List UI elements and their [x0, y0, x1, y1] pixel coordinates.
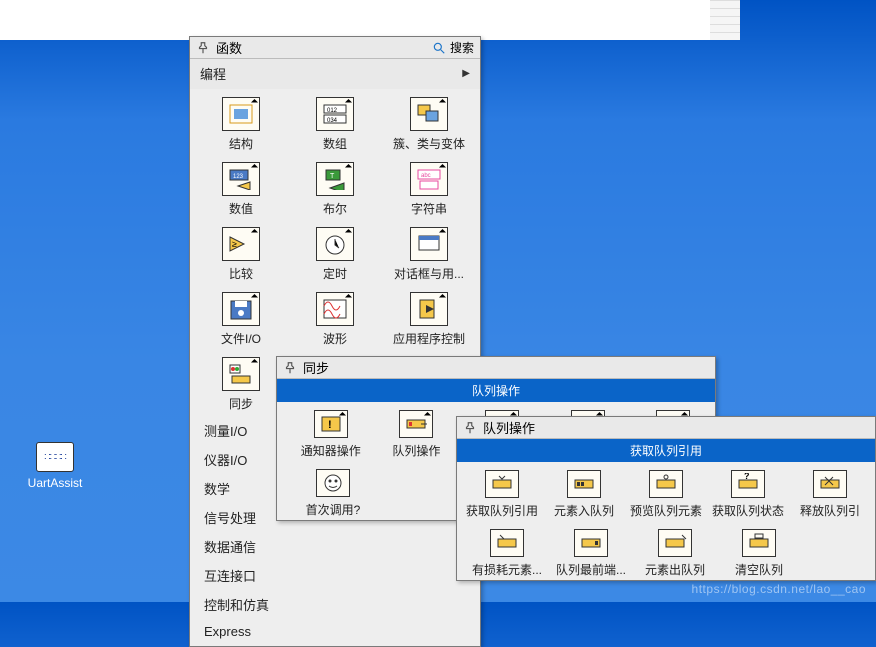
queue-title: 队列操作 [483, 418, 535, 437]
func-row-1: 123 数值 T 布尔 abc 字符串 [190, 154, 480, 219]
queue-release[interactable]: 释放队列引 [790, 470, 870, 519]
svg-text:?: ? [744, 473, 750, 481]
queue-lossy[interactable]: 有损耗元素... [467, 529, 547, 578]
queue-enqueue[interactable]: 元素入队列 [544, 470, 624, 519]
palette-title: 函数 [216, 38, 242, 57]
svg-text:123: 123 [233, 174, 244, 180]
queue-banner: 获取队列引用 [457, 439, 875, 462]
queue-obtain[interactable]: 获取队列引用 [462, 470, 542, 519]
svg-text:012: 012 [327, 108, 338, 114]
func-row-3: 文件I/O 波形 应用程序控制 [190, 284, 480, 349]
desktop-icon-label: UartAssist [25, 476, 85, 490]
svg-text:T: T [330, 173, 335, 180]
search-label: 搜索 [450, 39, 474, 56]
sync-notifier[interactable]: ! 通知器操作 [293, 410, 369, 459]
svg-text:abc: abc [421, 173, 431, 179]
sync-banner: 队列操作 [277, 379, 715, 402]
func-row-0: 结构 012034 数组 簇、类与变体 [190, 89, 480, 154]
queue-status[interactable]: ? 获取队列状态 [708, 470, 788, 519]
serial-port-icon: ∷∷∷∷ [36, 442, 74, 472]
func-appcontrol[interactable]: 应用程序控制 [389, 292, 469, 347]
chevron-right-icon: ▶ [462, 68, 470, 79]
func-row-2: ≥ 比较 定时 对话框与用... [190, 219, 480, 284]
functions-palette: 函数 搜索 编程 ▶ 结构 012034 数组 簇、类与变体 123 数值 [189, 36, 481, 647]
func-cluster[interactable]: 簇、类与变体 [389, 97, 469, 152]
func-dialog[interactable]: 对话框与用... [389, 227, 469, 282]
func-structures[interactable]: 结构 [201, 97, 281, 152]
func-comparison[interactable]: ≥ 比较 [201, 227, 281, 282]
queue-titlebar[interactable]: 队列操作 [457, 417, 875, 439]
block-diagram-canvas [0, 0, 725, 40]
pin-icon[interactable] [283, 361, 297, 375]
cat-control-sim[interactable]: 控制和仿真 [190, 590, 480, 619]
queue-front[interactable]: 队列最前端... [551, 529, 631, 578]
sync-firstcall[interactable]: 首次调用? [293, 469, 373, 518]
queue-palette: 队列操作 获取队列引用 获取队列引用 元素入队列 预览队列元素 ? 获取队列状态… [456, 416, 876, 581]
func-string[interactable]: abc 字符串 [389, 162, 469, 217]
pin-icon[interactable] [463, 421, 477, 435]
watermark-text: https://blog.csdn.net/lao__cao [692, 582, 866, 596]
sync-queue[interactable]: 队列操作 [379, 410, 455, 459]
search-icon [432, 41, 446, 55]
cat-connectivity[interactable]: 互连接口 [190, 561, 480, 590]
queue-dequeue[interactable]: 元素出队列 [635, 529, 715, 578]
sync-title: 同步 [303, 358, 329, 377]
func-boolean[interactable]: T 布尔 [295, 162, 375, 217]
cat-datacomm[interactable]: 数据通信 [190, 532, 480, 561]
cat-express[interactable]: Express [190, 619, 480, 644]
queue-flush[interactable]: 清空队列 [719, 529, 799, 578]
category-label: 编程 [200, 64, 226, 83]
queue-row-2: 有损耗元素... 队列最前端... 元素出队列 清空队列 [457, 521, 875, 580]
svg-text:034: 034 [327, 118, 338, 124]
func-sync[interactable]: 同步 [201, 357, 281, 412]
func-timing[interactable]: 定时 [295, 227, 375, 282]
category-programming[interactable]: 编程 ▶ [190, 59, 480, 89]
func-numeric[interactable]: 123 数值 [201, 162, 281, 217]
sync-titlebar[interactable]: 同步 [277, 357, 715, 379]
func-waveform[interactable]: 波形 [295, 292, 375, 347]
queue-preview[interactable]: 预览队列元素 [626, 470, 706, 519]
svg-text:!: ! [328, 419, 332, 431]
queue-row-1: 获取队列引用 元素入队列 预览队列元素 ? 获取队列状态 释放队列引 [457, 462, 875, 521]
svg-text:≥: ≥ [232, 239, 237, 249]
desktop-icon-uartassist[interactable]: ∷∷∷∷ UartAssist [25, 442, 85, 490]
func-array[interactable]: 012034 数组 [295, 97, 375, 152]
func-fileio[interactable]: 文件I/O [201, 292, 281, 347]
scrollbar-region [710, 0, 740, 40]
pin-icon[interactable] [196, 41, 210, 55]
search-button[interactable]: 搜索 [432, 39, 474, 56]
palette-titlebar[interactable]: 函数 搜索 [190, 37, 480, 59]
